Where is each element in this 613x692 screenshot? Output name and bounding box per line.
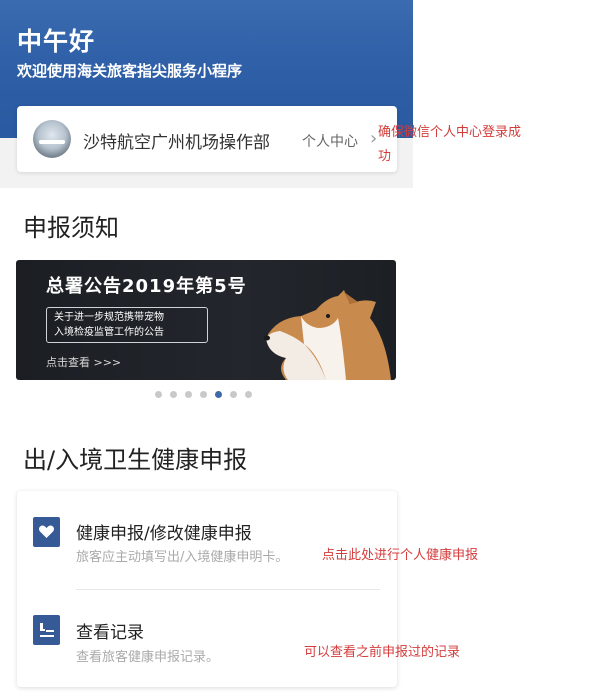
mini-program-screen: 中午好 欢迎使用海关旅客指尖服务小程序 沙特航空广州机场操作部 个人中心 › 申…: [0, 0, 413, 692]
heart-icon: [33, 517, 60, 547]
carousel-dot[interactable]: [155, 391, 162, 398]
annotation-login-note: 功: [378, 149, 392, 164]
carousel-dot[interactable]: [185, 391, 192, 398]
banner-view-link[interactable]: 点击查看 >>>: [46, 354, 121, 370]
annotation-login-note: 确保微信个人中心登录成: [378, 125, 522, 140]
health-section-title: 出/入境卫生健康申报: [23, 446, 248, 474]
banner-line: 关于进一步规范携带宠物: [54, 312, 164, 323]
carousel-dot[interactable]: [200, 391, 207, 398]
health-declare-title[interactable]: 健康申报/修改健康申报: [76, 519, 252, 544]
view-records-title[interactable]: 查看记录: [76, 618, 144, 643]
chevron-right-icon[interactable]: ›: [370, 128, 377, 149]
carousel-dot[interactable]: [230, 391, 237, 398]
banner-subtitle-box: 关于进一步规范携带宠物 入境检疫监管工作的公告: [46, 307, 208, 343]
avatar: [33, 120, 71, 158]
view-records-desc: 查看旅客健康申报记录。: [76, 650, 220, 665]
announcement-banner[interactable]: 总署公告2019年第5号 关于进一步规范携带宠物 入境检疫监管工作的公告 点击查…: [16, 260, 396, 380]
welcome-subtitle: 欢迎使用海关旅客指尖服务小程序: [17, 62, 243, 80]
banner-line: 入境检疫监管工作的公告: [54, 327, 164, 338]
divider: [76, 589, 380, 590]
user-card[interactable]: 沙特航空广州机场操作部 个人中心 ›: [17, 106, 397, 172]
notice-section-title: 申报须知: [23, 214, 119, 242]
greeting: 中午好: [17, 27, 96, 56]
annotation-record-note: 可以查看之前申报过的记录: [304, 645, 461, 660]
dog-image: [264, 290, 391, 380]
personal-center-link[interactable]: 个人中心: [302, 131, 358, 151]
annotation-declare-note: 点击此处进行个人健康申报: [322, 548, 479, 563]
record-list-icon: [33, 615, 60, 645]
banner-title: 总署公告2019年第5号: [46, 276, 247, 297]
health-declare-desc: 旅客应主动填写出/入境健康申明卡。: [76, 550, 289, 565]
carousel-indicator[interactable]: [155, 391, 260, 401]
carousel-dot[interactable]: [170, 391, 177, 398]
carousel-dot[interactable]: [245, 391, 252, 398]
user-name: 沙特航空广州机场操作部: [83, 133, 270, 153]
carousel-dot-active[interactable]: [215, 391, 222, 398]
